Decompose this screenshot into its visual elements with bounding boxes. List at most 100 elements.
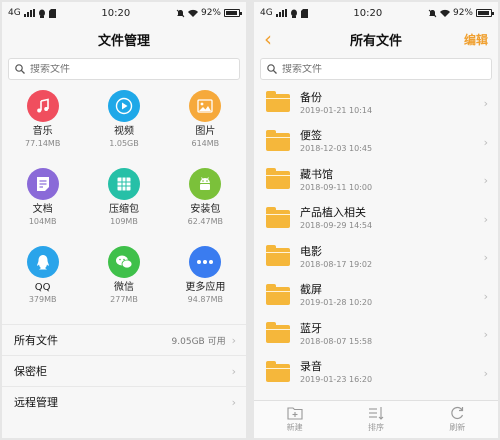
android-icon: [189, 168, 222, 200]
status-time: 10:20: [101, 7, 131, 19]
notification-icon: [290, 9, 297, 18]
folder-list: 备份 2019-01-21 10:14 › 便签 2018-12-03 10:45 …: [254, 84, 498, 392]
category-apk[interactable]: 安装包 62.47MB: [165, 168, 246, 246]
category-video[interactable]: 视频 1.05GB: [83, 90, 164, 168]
folder-row[interactable]: 藏书馆 2018-09-11 10:00 ›: [254, 161, 498, 200]
battery-icon: [475, 9, 494, 17]
archive-icon: [107, 168, 140, 200]
search-bar[interactable]: [260, 58, 492, 80]
search-bar[interactable]: [8, 58, 240, 80]
refresh-icon: [451, 406, 464, 420]
folder-row[interactable]: 产品植入相关 2018-09-29 14:54 ›: [254, 200, 498, 239]
refresh-button[interactable]: 刷新: [449, 406, 465, 433]
folder-icon: [266, 245, 290, 267]
free-space: 9.05GB 可用: [171, 336, 226, 347]
status-bar: 4G 10:20 92%: [254, 2, 498, 24]
folder-row[interactable]: 便签 2018-12-03 10:45 ›: [254, 123, 498, 162]
bottom-toolbar: 新建 排序 刷新: [254, 400, 498, 438]
folder-row[interactable]: 截屏 2019-01-28 10:20 ›: [254, 277, 498, 316]
nav-bar: 文件管理: [2, 24, 246, 54]
network-label: 4G: [260, 8, 273, 18]
chevron-right-icon: ›: [483, 174, 488, 187]
more-icon: [189, 246, 222, 278]
edit-button[interactable]: 编辑: [464, 31, 488, 48]
category-label: 视频: [113, 126, 134, 137]
category-archive[interactable]: 压缩包 109MB: [83, 168, 164, 246]
chevron-right-icon: ›: [231, 333, 236, 347]
category-music[interactable]: 音乐 77.14MB: [2, 90, 83, 168]
folder-date: 2018-12-03 10:45: [300, 144, 373, 154]
folder-row[interactable]: 备份 2019-01-21 10:14 ›: [254, 84, 498, 123]
folder-date: 2019-01-23 16:20: [300, 375, 373, 385]
chevron-right-icon: ›: [231, 395, 236, 409]
toolbar-label: 新建: [286, 423, 303, 432]
folder-icon: [266, 129, 290, 151]
search-icon: [15, 64, 25, 74]
chevron-right-icon: ›: [483, 366, 488, 380]
folder-icon: [266, 283, 290, 305]
category-label: 文档: [32, 204, 53, 215]
toolbar-label: 刷新: [449, 423, 466, 432]
search-input[interactable]: [282, 63, 462, 75]
folder-row[interactable]: 电影 2018-08-17 19:02 ›: [254, 238, 498, 277]
chevron-right-icon: ›: [483, 97, 488, 110]
wechat-icon: [107, 246, 140, 278]
category-label: 压缩包: [108, 204, 139, 215]
category-label: 安装包: [190, 204, 221, 215]
category-document[interactable]: 文档 104MB: [2, 168, 83, 246]
menu-all-files[interactable]: 所有文件 9.05GB 可用 ›: [2, 324, 246, 355]
category-label: QQ: [34, 282, 51, 293]
folder-name: 藏书馆: [300, 167, 333, 181]
folder-name: 蓝牙: [300, 321, 322, 335]
folder-name: 录音: [300, 360, 322, 374]
document-icon: [26, 168, 59, 200]
category-size: 77.14MB: [25, 139, 61, 148]
category-size: 94.87MB: [187, 295, 223, 304]
battery-percent: 92%: [452, 8, 473, 18]
folder-name: 备份: [300, 90, 322, 104]
chevron-right-icon: ›: [483, 212, 488, 226]
category-size: 109MB: [110, 217, 138, 226]
qq-icon: [26, 246, 59, 278]
category-size: 1.05GB: [109, 139, 139, 148]
folder-row[interactable]: 录音 2019-01-23 16:20 ›: [254, 354, 498, 393]
category-more-apps[interactable]: 更多应用 94.87MB: [165, 246, 246, 324]
folder-date: 2018-08-17 19:02: [300, 259, 373, 269]
chevron-right-icon: ›: [483, 328, 488, 341]
folder-icon: [266, 360, 290, 382]
folder-row[interactable]: 蓝牙 2018-08-07 15:58 ›: [254, 315, 498, 354]
menu-label: 保密柜: [14, 365, 47, 378]
image-icon: [189, 90, 222, 122]
mute-icon: [428, 9, 437, 17]
search-icon: [267, 64, 277, 74]
category-size: 379MB: [28, 295, 57, 304]
menu-list: 所有文件 9.05GB 可用 › 保密柜 › 远程管理 ›: [2, 324, 246, 417]
back-arrow-icon[interactable]: ‹: [264, 27, 272, 51]
folder-name: 电影: [300, 244, 322, 258]
search-input[interactable]: [30, 63, 210, 75]
chevron-right-icon: ›: [483, 135, 488, 149]
category-label: 更多应用: [185, 282, 226, 293]
folder-date: 2019-01-28 10:20: [300, 298, 373, 308]
new-folder-button[interactable]: 新建: [287, 406, 303, 433]
toolbar-label: 排序: [367, 423, 384, 432]
status-time: 10:20: [353, 7, 383, 19]
category-wechat[interactable]: 微信 277MB: [83, 246, 164, 324]
signal-icon: [275, 9, 287, 17]
chevron-right-icon: ›: [231, 364, 236, 378]
category-image[interactable]: 图片 614MB: [165, 90, 246, 168]
menu-label: 远程管理: [14, 396, 58, 409]
wifi-icon: [439, 9, 450, 17]
folder-icon: [266, 91, 290, 113]
folder-date: 2018-08-07 15:58: [300, 336, 373, 346]
menu-remote-management[interactable]: 远程管理 ›: [2, 386, 246, 417]
menu-label: 所有文件: [14, 334, 58, 347]
menu-safe-box[interactable]: 保密柜 ›: [2, 355, 246, 386]
status-bar: 4G 10:20 92%: [2, 2, 246, 24]
chevron-right-icon: ›: [483, 251, 488, 264]
category-qq[interactable]: QQ 379MB: [2, 246, 83, 324]
folder-icon: [266, 206, 290, 228]
video-icon: [107, 90, 140, 122]
category-size: 62.47MB: [187, 217, 223, 226]
sort-button[interactable]: 排序: [368, 406, 384, 433]
